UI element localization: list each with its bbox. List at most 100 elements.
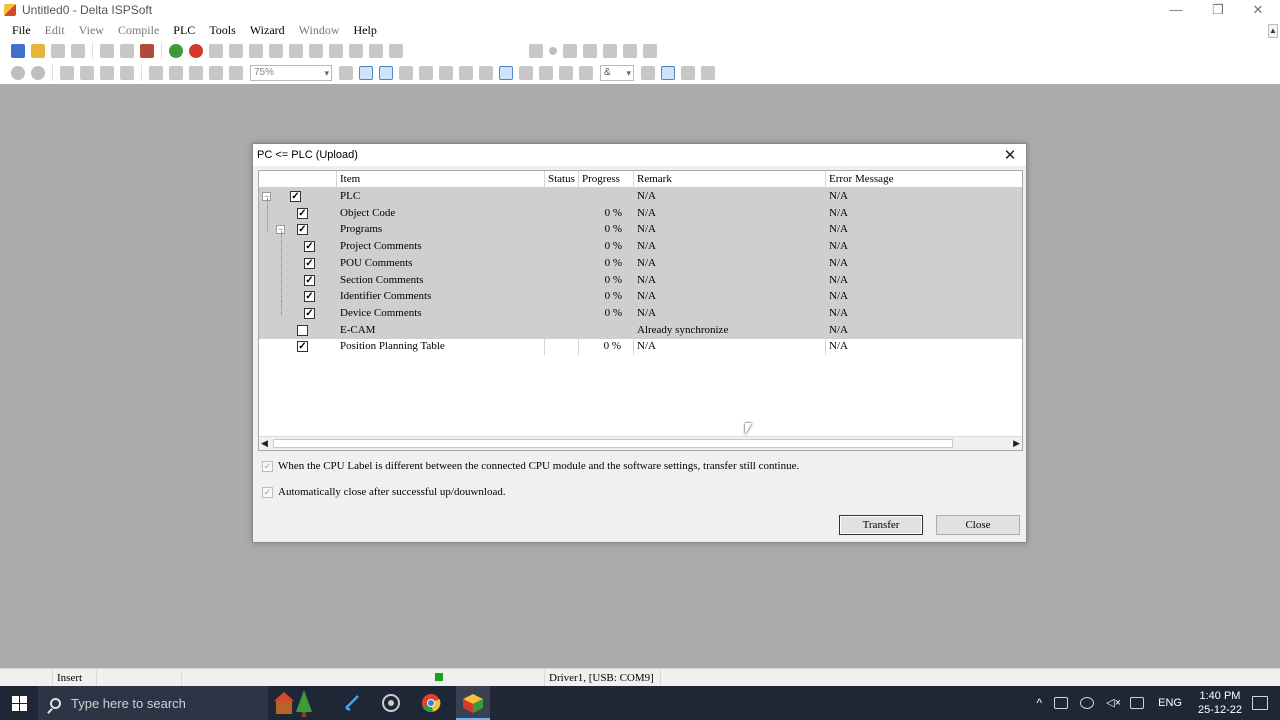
- zoom-in-icon[interactable]: [209, 66, 223, 80]
- header-error-message[interactable]: Error Message: [826, 171, 1022, 188]
- table-row[interactable]: ✓ Section Comments 0 % N/A N/A: [259, 271, 1022, 289]
- upload-icon[interactable]: [249, 44, 263, 58]
- table-row[interactable]: ✓ Identifier Comments 0 % N/A N/A: [259, 288, 1022, 306]
- camera-app-icon[interactable]: [379, 692, 403, 714]
- replace-icon[interactable]: [169, 66, 183, 80]
- horizontal-scrollbar[interactable]: ◀ ▶: [259, 436, 1022, 450]
- right-rail-icon[interactable]: [579, 66, 593, 80]
- network-icon[interactable]: [439, 66, 453, 80]
- copy-icon[interactable]: [80, 66, 94, 80]
- connect-icon[interactable]: [563, 44, 577, 58]
- print-preview-icon[interactable]: [100, 44, 114, 58]
- bracket-icon[interactable]: [539, 66, 553, 80]
- scroll-right-icon[interactable]: ▶: [1013, 438, 1020, 449]
- language-indicator[interactable]: ENG: [1158, 697, 1182, 709]
- zoom-select[interactable]: 75%: [250, 65, 332, 81]
- menu-edit[interactable]: Edit: [45, 23, 65, 38]
- columns-icon[interactable]: [339, 66, 353, 80]
- header-status[interactable]: Status: [545, 171, 579, 188]
- contact-icon[interactable]: [459, 66, 473, 80]
- menu-plc[interactable]: PLC: [173, 23, 195, 38]
- minimize-button[interactable]: —: [1156, 0, 1196, 20]
- row-checkbox[interactable]: ✓: [304, 241, 315, 253]
- auto-close-checkbox[interactable]: ✓: [262, 486, 273, 498]
- insert-row-icon[interactable]: [399, 66, 413, 80]
- branch-icon[interactable]: [583, 44, 597, 58]
- header-progress[interactable]: Progress: [579, 171, 634, 188]
- rising-edge-icon[interactable]: [661, 66, 675, 80]
- vscode-icon[interactable]: [340, 692, 364, 714]
- horizontal-line-icon[interactable]: [641, 66, 655, 80]
- coil-icon[interactable]: [603, 44, 617, 58]
- end-icon[interactable]: [701, 66, 715, 80]
- select-cursor-icon[interactable]: [499, 66, 513, 80]
- row-checkbox[interactable]: ✓: [297, 341, 308, 353]
- dialog-close-icon[interactable]: ✕: [1002, 146, 1018, 164]
- new-file-icon[interactable]: [11, 44, 25, 58]
- compile-icon[interactable]: [209, 44, 223, 58]
- menu-file[interactable]: File: [12, 23, 31, 38]
- scroll-thumb[interactable]: [273, 439, 953, 448]
- header-item[interactable]: Item: [337, 171, 545, 188]
- table-row[interactable]: ✓ Object Code 0 % N/A N/A: [259, 204, 1022, 222]
- stop-icon[interactable]: [189, 44, 203, 58]
- open-folder-icon[interactable]: [31, 44, 45, 58]
- mdi-scroll-arrow-icon[interactable]: ▲: [1268, 24, 1278, 38]
- system-info-icon[interactable]: [369, 44, 383, 58]
- table-row[interactable]: ✓ Position Planning Table 0 % N/A N/A: [259, 338, 1022, 356]
- row-checkbox[interactable]: ✓: [304, 274, 315, 286]
- chrome-icon[interactable]: [419, 692, 443, 714]
- online-edit-icon[interactable]: [309, 44, 323, 58]
- nc-contact-icon[interactable]: [479, 66, 493, 80]
- row-checkbox[interactable]: ✓: [304, 291, 315, 303]
- cpu-label-option[interactable]: ✓ When the CPU Label is different betwee…: [262, 460, 799, 472]
- print-icon[interactable]: [71, 44, 85, 58]
- goto-icon[interactable]: [189, 66, 203, 80]
- comm-setting-icon[interactable]: [349, 44, 363, 58]
- table-row[interactable]: E-CAM Already synchronize N/A: [259, 321, 1022, 339]
- options-dropdown-icon[interactable]: [681, 66, 695, 80]
- refresh-icon[interactable]: [643, 44, 657, 58]
- paste-icon[interactable]: [100, 66, 114, 80]
- table-row[interactable]: ✓ Device Comments 0 % N/A N/A: [259, 304, 1022, 322]
- grid-view-icon[interactable]: [359, 66, 373, 80]
- menu-wizard[interactable]: Wizard: [250, 23, 285, 38]
- find-icon[interactable]: [149, 66, 163, 80]
- start-button[interactable]: [0, 686, 38, 720]
- vertical-line-icon[interactable]: [519, 66, 533, 80]
- monitor-icon[interactable]: [289, 44, 303, 58]
- cut-icon[interactable]: [60, 66, 74, 80]
- erase-icon[interactable]: [120, 66, 134, 80]
- globe-icon[interactable]: [1080, 697, 1095, 709]
- menu-compile[interactable]: Compile: [118, 23, 159, 38]
- ladder-icon[interactable]: [529, 44, 543, 58]
- page-setup-icon[interactable]: [120, 44, 134, 58]
- volume-muted-icon[interactable]: ◁×: [1106, 697, 1121, 709]
- taskbar-search[interactable]: Type here to search: [38, 686, 268, 720]
- forward-icon[interactable]: [31, 66, 45, 80]
- run-icon[interactable]: [169, 44, 183, 58]
- function-icon[interactable]: [623, 44, 637, 58]
- compile-all-icon[interactable]: [229, 44, 243, 58]
- back-icon[interactable]: [11, 66, 25, 80]
- row-checkbox[interactable]: [297, 324, 308, 336]
- menu-window[interactable]: Window: [299, 23, 340, 38]
- logic-select[interactable]: &: [600, 65, 634, 81]
- network-device-icon[interactable]: [1054, 697, 1069, 709]
- table-row[interactable]: − ✓ Programs 0 % N/A N/A: [259, 221, 1022, 239]
- menu-view[interactable]: View: [79, 23, 104, 38]
- dot-icon[interactable]: [549, 47, 557, 55]
- clock[interactable]: 1:40 PM 25-12-22: [1198, 689, 1242, 717]
- close-window-button[interactable]: ✕: [1238, 0, 1278, 20]
- row-checkbox[interactable]: ✓: [304, 307, 315, 319]
- download-icon[interactable]: [269, 44, 283, 58]
- tray-expand-icon[interactable]: ^: [1036, 696, 1042, 710]
- table-row[interactable]: ✓ Project Comments 0 % N/A N/A: [259, 238, 1022, 256]
- row-checkbox[interactable]: ✓: [297, 207, 308, 219]
- save-icon[interactable]: [51, 44, 65, 58]
- tile-view-icon[interactable]: [379, 66, 393, 80]
- cpu-label-checkbox[interactable]: ✓: [262, 460, 273, 472]
- restore-button[interactable]: ❐: [1198, 0, 1238, 20]
- header-remark[interactable]: Remark: [634, 171, 826, 188]
- book-icon[interactable]: [140, 44, 154, 58]
